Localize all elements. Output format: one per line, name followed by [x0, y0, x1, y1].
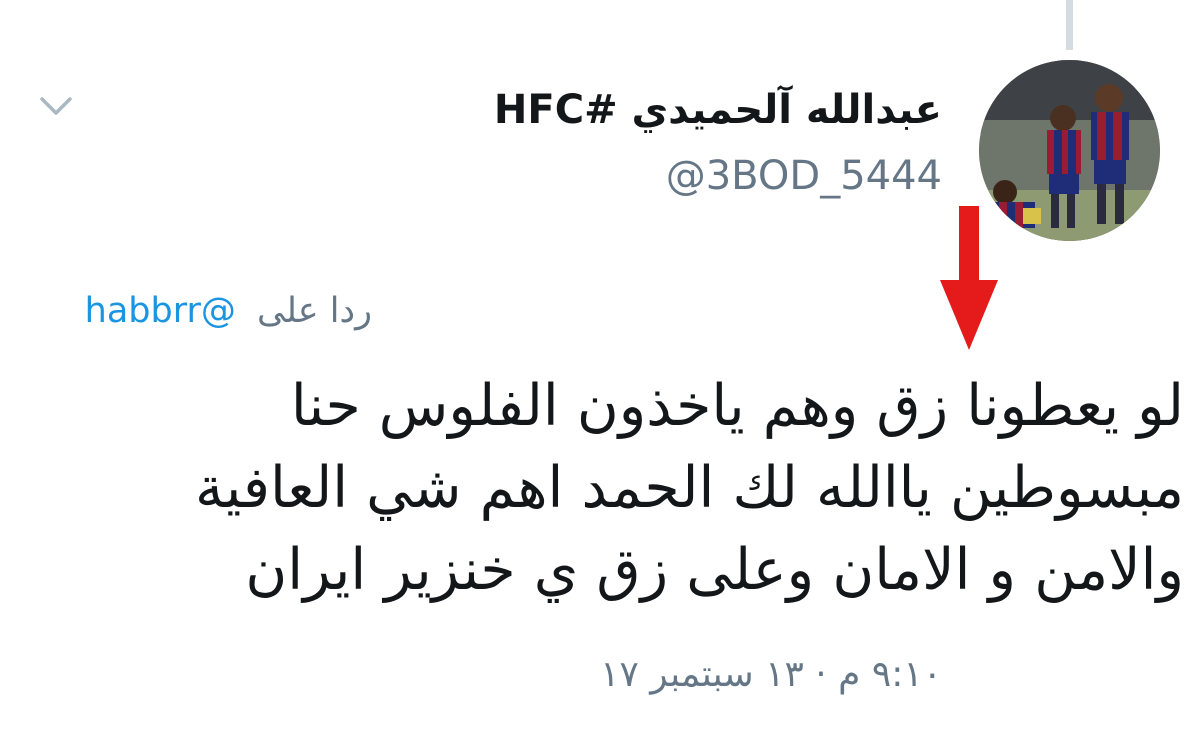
- tweet-text: لو يعطونا زق وهم ياخذون الفلوس حنا مبسوط…: [84, 365, 1184, 611]
- tweet-text-line: لو يعطونا زق وهم ياخذون الفلوس حنا: [290, 373, 1184, 439]
- thread-connector-line: [1066, 0, 1073, 50]
- tweet-timestamp[interactable]: ٩:١٠ م · ١٣ سبتمبر ١٧: [600, 650, 942, 700]
- avatar[interactable]: [979, 60, 1160, 241]
- author-display-name[interactable]: عبدالله آلحميدي #HFC: [494, 82, 942, 138]
- reply-context: ردا على @habbrr: [85, 287, 372, 335]
- reply-label: ردا على: [257, 291, 372, 331]
- tweet-header: عبدالله آلحميدي #HFC @3BOD_5444: [494, 82, 942, 204]
- reply-mention-link[interactable]: @habbrr: [85, 291, 236, 331]
- author-handle[interactable]: @3BOD_5444: [494, 148, 942, 204]
- tweet-text-line: مبسوطين ياالله لك الحمد اهم شي العافية: [194, 455, 1184, 521]
- chevron-down-icon[interactable]: [38, 92, 74, 120]
- tweet-text-line: والامن و الامان وعلى زق ي خنزير ايران: [245, 537, 1184, 603]
- red-arrow-down-icon: [938, 206, 1000, 352]
